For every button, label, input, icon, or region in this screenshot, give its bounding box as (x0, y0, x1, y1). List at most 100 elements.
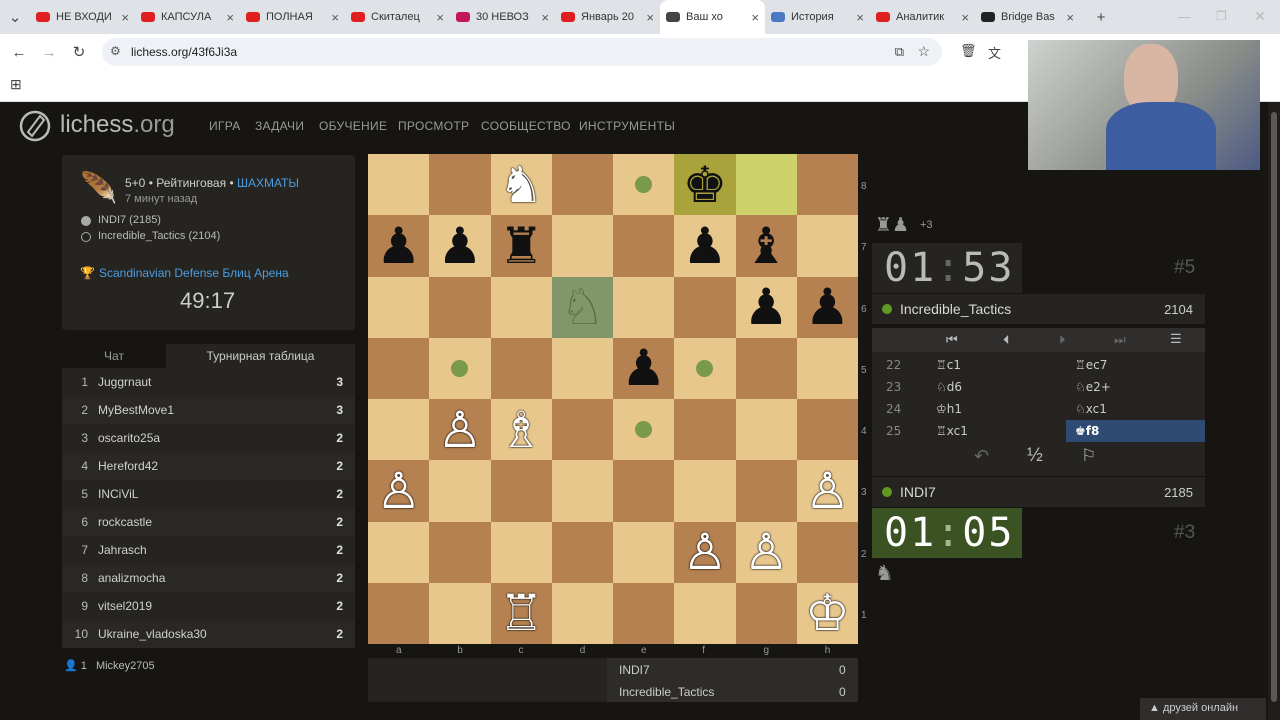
piece-a7[interactable]: ♟ (368, 215, 429, 276)
square-a2[interactable] (368, 521, 430, 583)
square-h4[interactable] (796, 399, 858, 461)
white-move[interactable]: ♘d6 (936, 380, 962, 394)
tournament-link[interactable]: Scandinavian Defense Блиц Арена (99, 266, 289, 280)
opponent-name[interactable]: Incredible_Tactics (900, 301, 1011, 317)
piece-c7[interactable]: ♜ (491, 215, 552, 276)
standings-row[interactable]: 2 MyBestMove1 3 (62, 396, 355, 424)
piece-h6[interactable]: ♟ (797, 277, 858, 338)
standings-row[interactable]: 1 Juggrnaut 3 (62, 368, 355, 396)
tab-close-icon[interactable]: × (121, 10, 129, 25)
browser-tab[interactable]: Ваш хо × (660, 0, 765, 34)
square-a1[interactable] (368, 582, 430, 644)
first-move-icon[interactable]: ⏮ (946, 332, 958, 348)
square-h7[interactable] (796, 215, 858, 277)
chessboard[interactable]: ♘ ♞ ♚ ♟ ♟ ♜ ♟ ♝ ♟ ♟ ♟ ♙ ♗ ♙ ♙ ♙ ♙ ♖ ♔ (368, 154, 858, 644)
standings-row[interactable]: 8 analizmocha 2 (62, 564, 355, 592)
white-move[interactable]: ♖c1 (936, 358, 961, 372)
square-c6[interactable] (490, 276, 552, 338)
square-g5[interactable] (735, 337, 797, 399)
bookmark-star-icon[interactable]: ☆ (917, 43, 930, 60)
browser-tab[interactable]: Скиталец × (345, 0, 450, 34)
close-window-icon[interactable]: ✕ (1254, 8, 1266, 25)
nav-play[interactable]: ИГРА (209, 119, 241, 133)
square-g1[interactable] (735, 582, 797, 644)
next-move-icon[interactable]: ⏵ (1059, 332, 1066, 348)
square-f6[interactable] (674, 276, 736, 338)
move-hint-dot[interactable] (635, 176, 652, 193)
square-e6[interactable] (613, 276, 675, 338)
piece-h3[interactable]: ♙ (797, 460, 858, 521)
standings-row[interactable]: 3 oscarito25a 2 (62, 424, 355, 452)
takeback-icon[interactable]: ↶ (974, 446, 989, 467)
square-e7[interactable] (613, 215, 675, 277)
address-bar[interactable]: ⚙ lichess.org/43f6Ji3a ⧉ ☆ (102, 38, 942, 66)
square-e1[interactable] (613, 582, 675, 644)
browser-tab[interactable]: Bridge Bas × (975, 0, 1080, 34)
tab-close-icon[interactable]: × (856, 10, 864, 25)
black-move[interactable]: ♘xc1 (1075, 402, 1107, 416)
square-d7[interactable] (551, 215, 613, 277)
square-a6[interactable] (368, 276, 430, 338)
square-b8[interactable] (429, 154, 491, 216)
browser-tab[interactable]: История × (765, 0, 870, 34)
tab-close-icon[interactable]: × (751, 10, 759, 25)
square-c3[interactable] (490, 460, 552, 522)
translate-icon[interactable]: 文 (988, 43, 1001, 62)
square-h8[interactable] (796, 154, 858, 216)
standings-row[interactable]: 5 INCiViL 2 (62, 480, 355, 508)
piece-b7[interactable]: ♟ (429, 215, 490, 276)
tab-close-icon[interactable]: × (226, 10, 234, 25)
variant-link[interactable]: ШАХМАТЫ (237, 176, 299, 190)
lichess-logo[interactable]: lichess.org (18, 108, 175, 142)
standings-row[interactable]: 4 Hereford42 2 (62, 452, 355, 480)
tab-chat[interactable]: Чат (62, 344, 166, 368)
square-g4[interactable] (735, 399, 797, 461)
square-a5[interactable] (368, 337, 430, 399)
browser-tab[interactable]: НЕ ВХОДИ × (30, 0, 135, 34)
site-info-icon[interactable]: ⚙ (110, 44, 121, 58)
piece-c1[interactable]: ♖ (491, 583, 552, 644)
nav-puzzles[interactable]: ЗАДАЧИ (255, 119, 304, 133)
square-d1[interactable] (551, 582, 613, 644)
last-move-icon[interactable]: ⏭ (1114, 332, 1126, 348)
resign-flag-icon[interactable]: ⚐ (1081, 446, 1096, 466)
black-move[interactable]: ♖ec7 (1075, 358, 1107, 372)
black-move[interactable]: ♘e2+ (1075, 380, 1111, 394)
square-c5[interactable] (490, 337, 552, 399)
piece-e5[interactable]: ♟ (613, 338, 674, 399)
piece-g7[interactable]: ♝ (736, 215, 797, 276)
browser-tab[interactable]: КАПСУЛА × (135, 0, 240, 34)
tab-search-icon[interactable]: ⌄ (0, 8, 30, 26)
move-hint-dot[interactable] (696, 359, 714, 377)
white-player-link[interactable]: INDI7 (2185) (98, 214, 161, 226)
square-d4[interactable] (551, 399, 613, 461)
black-player-link[interactable]: Incredible_Tactics (2104) (98, 230, 220, 242)
menu-icon[interactable]: ☰ (1170, 331, 1182, 347)
tab-close-icon[interactable]: × (961, 10, 969, 25)
browser-tab[interactable]: 30 НЕВОЗ × (450, 0, 555, 34)
browser-tab[interactable]: ПОЛНАЯ × (240, 0, 345, 34)
spectator-name[interactable]: Mickey2705 (96, 660, 155, 672)
tab-close-icon[interactable]: × (646, 10, 654, 25)
square-e2[interactable] (613, 521, 675, 583)
piece-c8[interactable]: ♞ (491, 154, 552, 215)
black-move[interactable]: ♚f8 (1066, 420, 1205, 442)
square-g3[interactable] (735, 460, 797, 522)
browser-tab[interactable]: Январь 20 × (555, 0, 660, 34)
square-d2[interactable] (551, 521, 613, 583)
standings-row[interactable]: 7 Jahrasch 2 (62, 536, 355, 564)
square-g8[interactable] (735, 154, 797, 216)
delete-icon[interactable]: 🗑 (960, 43, 977, 59)
piece-c4[interactable]: ♗ (491, 399, 552, 460)
draw-offer-icon[interactable]: ½ (1027, 445, 1043, 467)
prev-move-icon[interactable]: ⏴ (1003, 332, 1010, 348)
browser-tab[interactable]: Аналитик × (870, 0, 975, 34)
square-f3[interactable] (674, 460, 736, 522)
apps-grid-icon[interactable]: ⊞ (10, 76, 22, 93)
white-move[interactable]: ♔h1 (936, 402, 962, 416)
white-move[interactable]: ♖xc1 (936, 424, 968, 438)
tab-close-icon[interactable]: × (331, 10, 339, 25)
page-scrollbar[interactable] (1268, 102, 1280, 720)
nav-watch[interactable]: ПРОСМОТР (398, 119, 469, 133)
standings-row[interactable]: 6 rockcastle 2 (62, 508, 355, 536)
